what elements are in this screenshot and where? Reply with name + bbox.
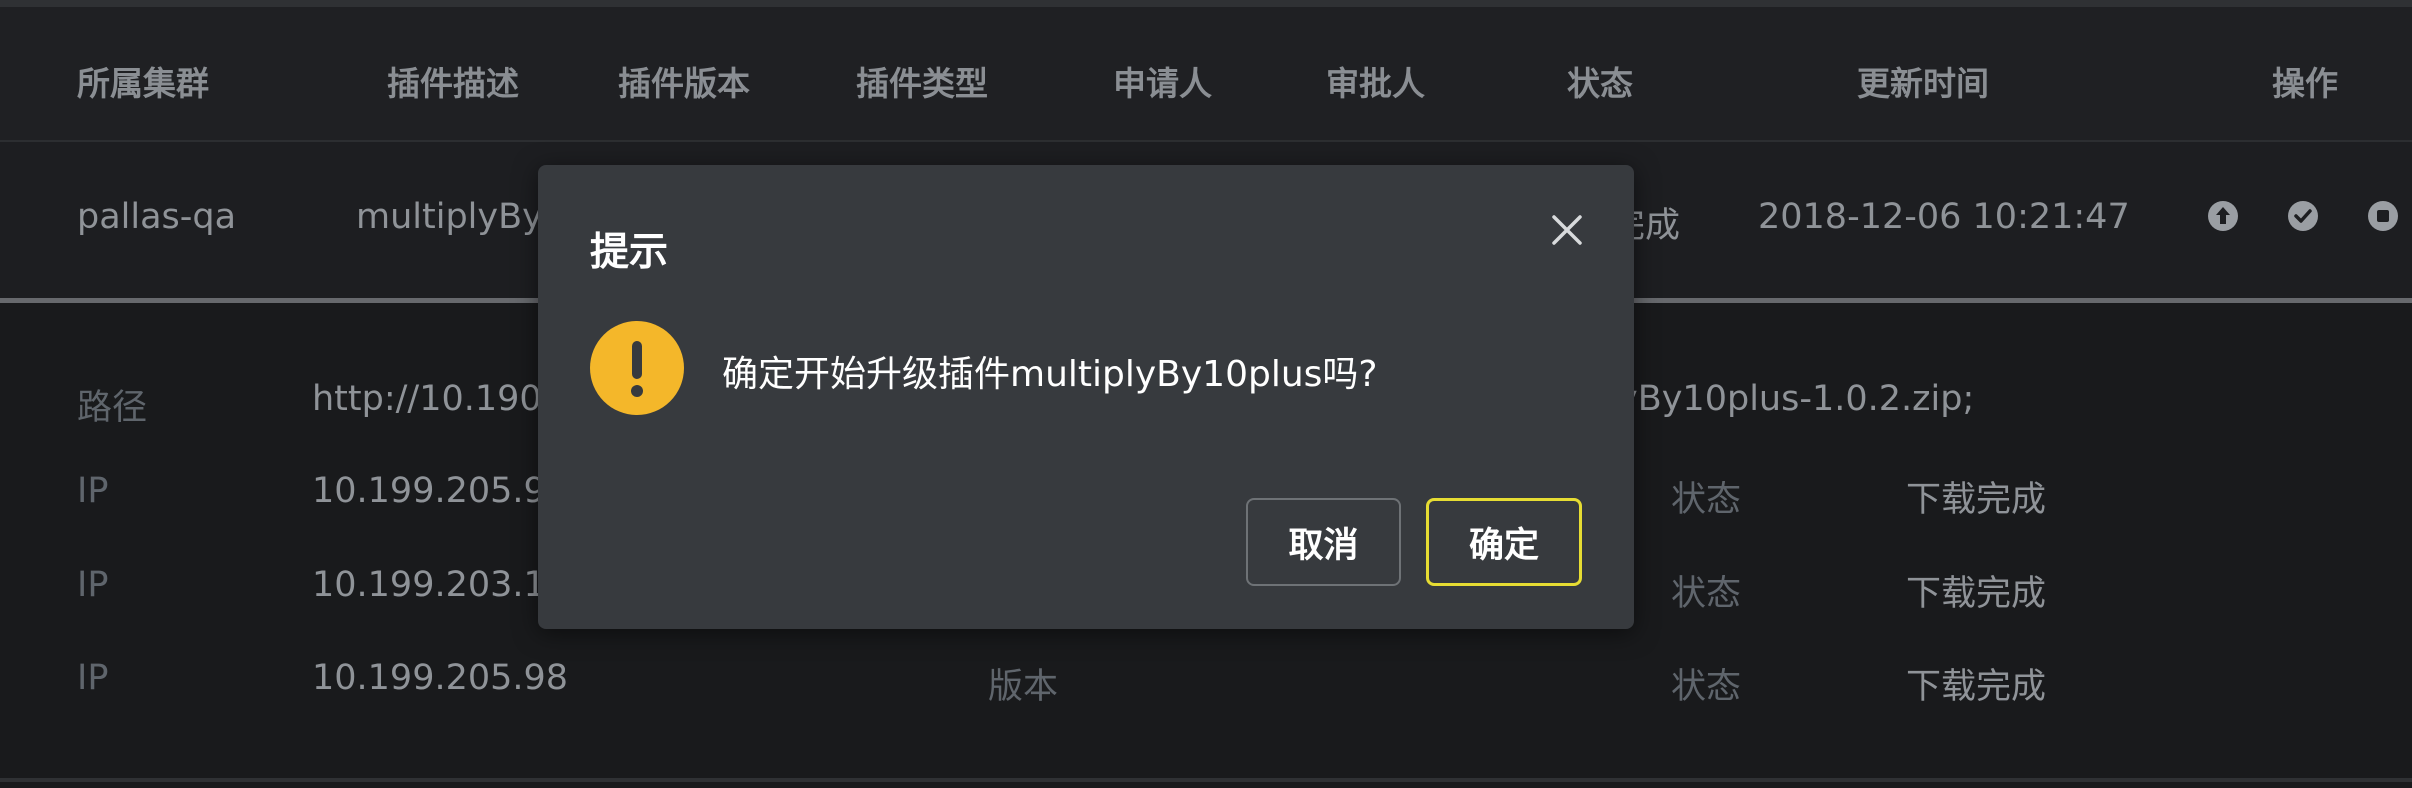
confirm-button[interactable]: 确定 <box>1426 498 1582 586</box>
ip-label: IP <box>77 471 109 511</box>
ip-value: 10.199.203.18 <box>312 565 569 605</box>
header-description: 插件描述 <box>387 64 519 103</box>
header-type: 插件类型 <box>856 64 988 103</box>
table-header: 所属集群 插件描述 插件版本 插件类型 申请人 审批人 状态 更新时间 操作 <box>0 7 2412 141</box>
header-version: 插件版本 <box>618 64 750 103</box>
node-status-label: 状态 <box>1671 574 1742 614</box>
upgrade-icon[interactable] <box>2207 200 2239 232</box>
header-approver: 审批人 <box>1326 64 1425 103</box>
cancel-button[interactable]: 取消 <box>1246 498 1401 586</box>
path-label: 路径 <box>77 388 148 428</box>
node-status-label: 状态 <box>1671 667 1742 707</box>
ip-value: 10.199.205.98 <box>312 658 569 698</box>
header-actions: 操作 <box>2272 64 2338 103</box>
cell-updated-at: 2018-12-06 10:21:47 <box>1758 197 2130 237</box>
path-value-left: http://10.190. <box>312 379 553 419</box>
cell-cluster: pallas-qa <box>77 197 237 237</box>
ip-value: 10.199.205.97 <box>312 471 569 511</box>
node-status-value: 下载完成 <box>1906 480 2047 520</box>
node-version-label: 版本 <box>988 667 1059 707</box>
close-icon[interactable] <box>1546 209 1588 251</box>
approve-icon[interactable] <box>2287 200 2319 232</box>
node-status-value: 下载完成 <box>1906 667 2047 707</box>
node-status-label: 状态 <box>1671 480 1742 520</box>
ip-label: IP <box>77 658 109 698</box>
header-updated-at: 更新时间 <box>1857 64 1989 103</box>
header-status: 状态 <box>1567 64 1633 103</box>
header-cluster: 所属集群 <box>77 64 209 103</box>
path-value-right: yBy10plus-1.0.2.zip; <box>1617 379 1975 419</box>
dialog-title: 提示 <box>590 230 669 275</box>
top-border <box>0 0 2412 7</box>
header-applicant: 申请人 <box>1113 64 1212 103</box>
node-status-value: 下载完成 <box>1906 574 2047 614</box>
dialog-message: 确定开始升级插件multiplyBy10plus吗? <box>722 354 1378 395</box>
warning-icon <box>590 321 684 415</box>
stop-icon[interactable] <box>2367 200 2399 232</box>
ip-label: IP <box>77 565 109 605</box>
confirm-dialog: 提示 确定开始升级插件multiplyBy10plus吗? 取消 确定 <box>538 165 1634 629</box>
bottom-border <box>0 778 2412 782</box>
